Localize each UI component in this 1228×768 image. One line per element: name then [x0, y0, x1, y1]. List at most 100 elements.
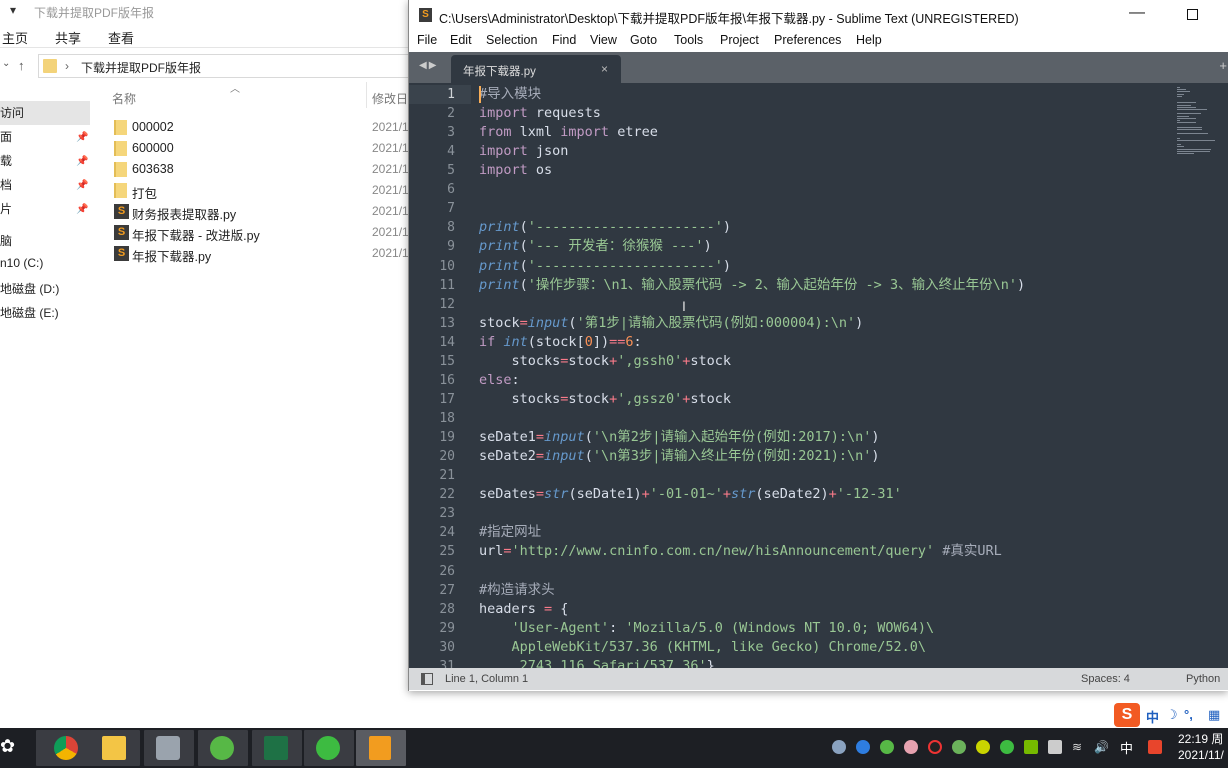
code-line: stock=input('第1步|请输入股票代码(例如:000004):\n') [479, 314, 863, 333]
line-number: 2 [447, 106, 455, 122]
file-row[interactable]: 000002 2021/1 [112, 118, 412, 138]
menu-help[interactable]: Help [856, 33, 882, 47]
sidebar-item[interactable]: 档 📌 [0, 176, 90, 198]
code-line: print('--- 开发者：徐猴猴 ---') [479, 237, 712, 256]
code-editor[interactable]: 1 #导入模块 2 import requests 3 from lxml import … [409, 83, 1228, 668]
tray-input-language[interactable]: 中 [1120, 738, 1133, 757]
line-number: 30 [439, 639, 455, 655]
line-number: 4 [447, 144, 455, 160]
taskbar-wechat[interactable] [304, 730, 354, 766]
ribbon-tab-home[interactable]: 主页 [2, 28, 28, 47]
tab-nav-arrows-icon[interactable]: ◀▶ [419, 60, 438, 71]
sidebar-item[interactable]: 脑 [0, 232, 90, 254]
ribbon-tab-view[interactable]: 查看 [108, 28, 134, 47]
sidebar-item[interactable]: n10 (C:) [0, 256, 90, 278]
file-row[interactable]: S 财务报表提取器.py 2021/1 [112, 202, 412, 222]
tray-plus-icon[interactable] [976, 740, 990, 754]
code-token: int [503, 333, 528, 350]
column-header-modified[interactable]: 修改日 [372, 90, 408, 107]
tray-volume-icon[interactable]: 🔊 [1094, 740, 1109, 754]
taskbar-keyboard-app[interactable] [144, 730, 194, 766]
minimize-button[interactable]: — [1129, 4, 1145, 22]
sidebar-item[interactable]: 载 📌 [0, 152, 90, 174]
menu-view[interactable]: View [590, 33, 617, 47]
tray-battery-icon[interactable] [1048, 740, 1062, 754]
menu-tools[interactable]: Tools [674, 33, 703, 47]
code-token: etree [609, 124, 658, 141]
half-width-moon-icon[interactable]: ☽ [1166, 707, 1178, 723]
panel-toggle-icon[interactable] [421, 673, 433, 685]
tray-pig-icon[interactable] [904, 740, 918, 754]
tray-qq-icon[interactable] [928, 740, 942, 754]
tray-wifi-icon[interactable]: ≋ [1072, 740, 1086, 754]
maximize-button[interactable] [1187, 9, 1198, 20]
address-bar[interactable]: › 下载并提取PDF版年报 [38, 54, 408, 78]
menu-edit[interactable]: Edit [450, 33, 472, 47]
taskbar-browser[interactable] [198, 730, 248, 766]
file-row[interactable]: S 年报下载器 - 改进版.py 2021/1 [112, 223, 412, 243]
tray-keyboard-icon[interactable] [832, 740, 846, 754]
pin-icon[interactable]: 📌 [76, 204, 88, 215]
line-number: 5 [447, 163, 455, 179]
taskbar-sublime[interactable] [356, 730, 406, 766]
file-row[interactable]: S 年报下载器.py 2021/1 [112, 244, 412, 264]
tray-nvidia-icon[interactable] [1024, 740, 1038, 754]
pin-icon[interactable]: 📌 [76, 156, 88, 167]
file-row[interactable]: 603638 2021/1 [112, 160, 412, 180]
status-position: Line 1, Column 1 [445, 673, 529, 685]
tray-app-icon[interactable] [856, 740, 870, 754]
tab-active-file[interactable]: 年报下载器.py × [451, 55, 621, 83]
minimap-line [1177, 109, 1207, 110]
menu-goto[interactable]: Goto [630, 33, 657, 47]
start-icon[interactable]: ✿ [0, 736, 15, 757]
taskbar-chrome[interactable] [36, 730, 96, 766]
punctuation-icon[interactable]: °, [1184, 707, 1193, 722]
tray-wechat-icon[interactable] [1000, 740, 1014, 754]
tray-shield-icon[interactable] [952, 740, 966, 754]
status-indent[interactable]: Spaces: 4 [1081, 673, 1130, 685]
code-token: '\n第2步|请输入起始年份(例如:2017):\n' [592, 429, 872, 446]
file-row[interactable]: 600000 2021/1 [112, 139, 412, 159]
menu-project[interactable]: Project [720, 33, 759, 47]
clock[interactable]: 22:19 周 2021/11/ [1178, 731, 1224, 763]
pin-icon[interactable]: 📌 [76, 132, 88, 143]
minimap-line [1177, 87, 1180, 88]
tab-close-icon[interactable]: × [601, 62, 608, 76]
taskbar-excel[interactable] [252, 730, 302, 766]
up-arrow-icon[interactable]: ↑ [18, 58, 25, 73]
pin-icon[interactable]: 📌 [76, 180, 88, 191]
code-line: 2743.116 Safari/537.36'} [479, 657, 715, 668]
code-token: + [722, 486, 732, 503]
minimap[interactable] [1171, 83, 1228, 313]
recent-locations-icon[interactable]: ⌄ [2, 58, 10, 69]
menu-preferences[interactable]: Preferences [774, 33, 841, 47]
status-syntax[interactable]: Python [1186, 673, 1220, 685]
new-tab-icon[interactable]: + [1219, 58, 1227, 73]
menu-selection[interactable]: Selection [486, 33, 537, 47]
sidebar-item[interactable]: 面 📌 [0, 128, 90, 150]
tray-sogou-icon[interactable] [1148, 740, 1162, 754]
tray-browser-icon[interactable] [880, 740, 894, 754]
menu-find[interactable]: Find [552, 33, 576, 47]
keyboard-icon[interactable]: ▦ [1208, 707, 1220, 723]
line-number: 16 [439, 372, 455, 388]
taskbar-file-explorer[interactable] [90, 730, 140, 766]
column-header-name[interactable]: 名称 [112, 90, 136, 107]
sidebar-item[interactable]: 片 📌 [0, 200, 90, 222]
menu-file[interactable]: File [417, 33, 437, 47]
quick-access-dropdown-icon[interactable]: ▾ [10, 3, 16, 17]
code-token: input [544, 448, 585, 465]
sidebar-item-label: 面 [0, 130, 13, 144]
code-line: #构造请求头 [479, 581, 555, 600]
sidebar-item[interactable]: 访问 [0, 104, 90, 126]
code-token: stock [568, 390, 610, 407]
sidebar-item[interactable]: 地磁盘 (E:) [0, 304, 90, 326]
ime-mode[interactable]: 中 [1146, 707, 1159, 726]
file-row[interactable]: 打包 2021/1 [112, 181, 412, 201]
ribbon-tab-share[interactable]: 共享 [55, 28, 81, 47]
code-token: ( [519, 219, 528, 236]
code-token: import [479, 105, 528, 122]
line-number: 20 [439, 449, 455, 465]
code-token: print [479, 257, 520, 274]
sidebar-item[interactable]: 地磁盘 (D:) [0, 280, 90, 302]
